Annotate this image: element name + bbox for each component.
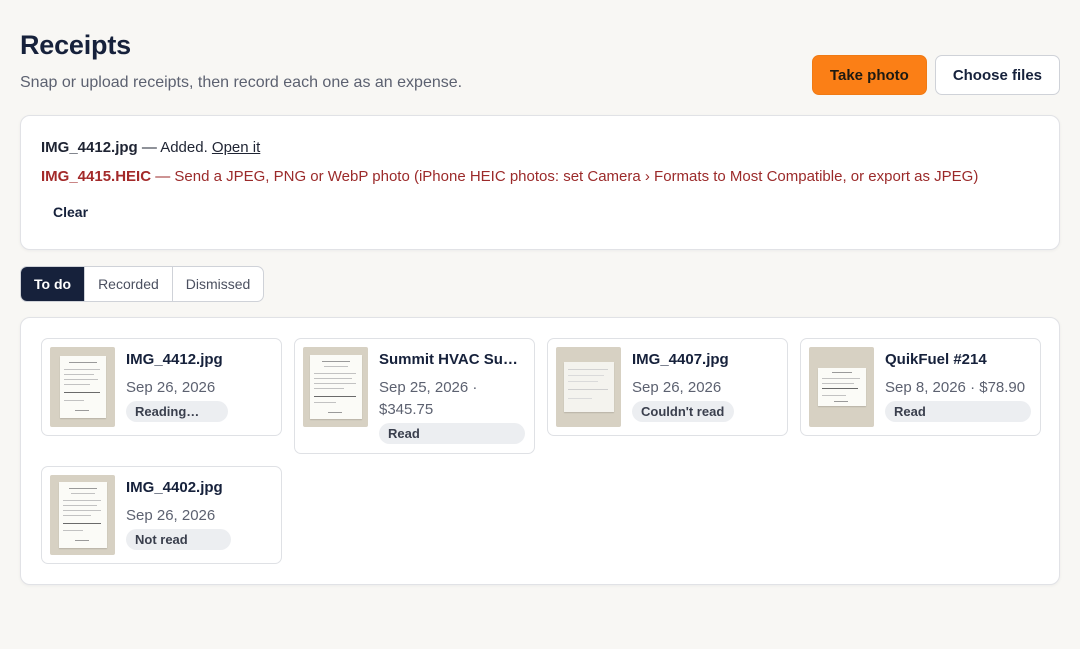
receipt-title: QuikFuel #214 (885, 351, 987, 368)
receipt-card[interactable]: Summit HVAC Supply Sep 25, 2026 · $345.7… (294, 338, 535, 454)
upload-notice-panel: IMG_4412.jpg — Added. Open it IMG_4415.H… (20, 115, 1060, 250)
status-badge: Read (885, 401, 1031, 422)
receipt-meta: Sep 26, 2026 (126, 507, 216, 524)
receipt-thumbnail (50, 347, 115, 427)
tab-dismissed[interactable]: Dismissed (171, 267, 264, 301)
open-it-link[interactable]: Open it (212, 139, 260, 156)
receipt-meta: Sep 26, 2026 (126, 379, 216, 396)
added-status-text: — Added. (137, 139, 212, 156)
receipt-paper-image (309, 355, 362, 419)
receipt-title: IMG_4407.jpg (632, 351, 729, 368)
receipt-card[interactable]: IMG_4402.jpg Sep 26, 2026 Not read (41, 466, 282, 564)
receipt-meta: Sep 25, 2026 · $345.75 (379, 379, 478, 418)
receipt-meta: Sep 26, 2026 (632, 379, 722, 396)
upload-success-message: IMG_4412.jpg — Added. Open it (41, 139, 260, 156)
status-badge: Read (379, 423, 525, 444)
receipt-paper-image (563, 362, 614, 412)
error-file-name: IMG_4415.HEIC (41, 168, 152, 185)
receipt-title: IMG_4402.jpg (126, 479, 223, 496)
receipt-paper-image (817, 368, 866, 406)
page-subtitle: Snap or upload receipts, then record eac… (20, 74, 463, 91)
receipt-title: Summit HVAC Supply (379, 351, 523, 368)
receipt-thumbnail (303, 347, 368, 427)
choose-files-button[interactable]: Choose files (934, 55, 1060, 95)
receipt-paper-image (58, 482, 107, 548)
receipt-paper-image (59, 356, 106, 418)
status-badge: Reading… (126, 401, 228, 422)
receipt-title: IMG_4412.jpg (126, 351, 223, 368)
clear-button[interactable]: Clear (53, 204, 88, 220)
receipt-card[interactable]: IMG_4407.jpg Sep 26, 2026 Couldn't read (547, 338, 788, 436)
receipts-grid: IMG_4412.jpg Sep 26, 2026 Reading… Summi… (20, 317, 1060, 585)
page-header: Receipts Snap or upload receipts, then r… (20, 30, 462, 92)
receipt-meta: Sep 8, 2026 · $78.90 (885, 379, 1026, 396)
receipt-thumbnail (809, 347, 874, 427)
page-title: Receipts (20, 30, 131, 60)
tab-recorded[interactable]: Recorded (84, 267, 172, 301)
take-photo-button[interactable]: Take photo (811, 55, 927, 95)
header-actions: Take photo Choose files (811, 55, 1060, 95)
error-text: — Send a JPEG, PNG or WebP photo (iPhone… (151, 168, 979, 185)
status-badge: Not read (126, 529, 231, 550)
receipt-thumbnail (556, 347, 621, 427)
status-badge: Couldn't read (632, 401, 734, 422)
tab-to-do[interactable]: To do (21, 267, 85, 301)
receipt-card[interactable]: QuikFuel #214 Sep 8, 2026 · $78.90 Read (800, 338, 1041, 436)
added-file-name: IMG_4412.jpg (41, 139, 138, 156)
status-tabs: To do Recorded Dismissed (20, 266, 265, 302)
receipt-card[interactable]: IMG_4412.jpg Sep 26, 2026 Reading… (41, 338, 282, 436)
upload-error-message: IMG_4415.HEIC — Send a JPEG, PNG or WebP… (41, 168, 978, 185)
receipt-thumbnail (50, 475, 115, 555)
